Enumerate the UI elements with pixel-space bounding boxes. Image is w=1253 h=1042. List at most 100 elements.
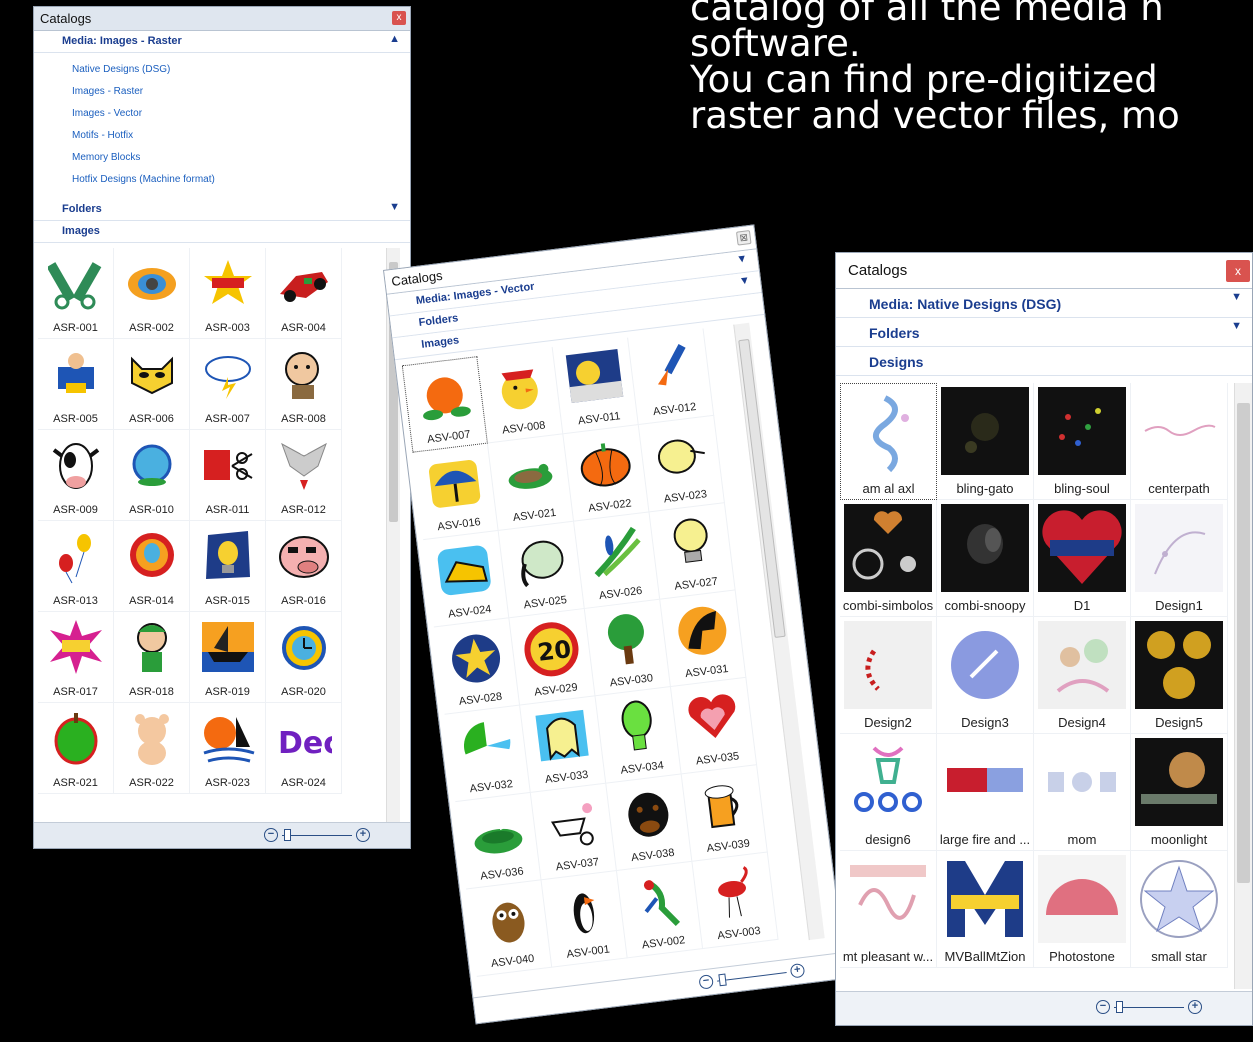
thumbnail-item[interactable]: ASV-038 (606, 774, 693, 871)
thumbnail-item[interactable]: design6 (840, 734, 937, 851)
thumbnail-item[interactable]: large fire and ... (937, 734, 1034, 851)
zoom-slider-handle[interactable] (1116, 1000, 1123, 1013)
thumbnail-item[interactable]: ASR-015 (190, 521, 266, 612)
folders-section-header[interactable]: Folders ▼ (836, 318, 1252, 347)
media-section-header[interactable]: Media: Native Designs (DSG) ▼ (836, 289, 1252, 318)
thumbnail-item[interactable]: ASR-021 (38, 703, 114, 794)
thumbnail-item[interactable]: am al axl (840, 383, 937, 500)
zoom-out-button[interactable]: − (698, 974, 714, 990)
thumbnail-item[interactable]: ASR-003 (190, 248, 266, 339)
thumbnail-item[interactable]: ASR-023 (190, 703, 266, 794)
thumbnail-item[interactable]: Dec ASR-024 (266, 703, 342, 794)
scrollbar-thumb[interactable] (1237, 403, 1250, 883)
thumbnail-item[interactable]: ASV-001 (541, 870, 628, 968)
thumbnail-item[interactable]: ASR-017 (38, 612, 114, 703)
thumbnail-item[interactable]: ASV-034 (595, 687, 682, 784)
thumbnail-item[interactable]: ASV-021 (487, 434, 575, 531)
thumbnail-item[interactable]: ASV-037 (530, 783, 617, 881)
thumbnail-item[interactable]: ASV-031 (660, 590, 747, 688)
thumbnail-item[interactable]: moonlight (1131, 734, 1228, 851)
thumbnail-item[interactable]: Photostone (1034, 851, 1131, 968)
thumbnail-item[interactable]: ASR-016 (266, 521, 342, 612)
zoom-slider-handle[interactable] (718, 973, 727, 986)
images-section-header[interactable]: Images (34, 221, 410, 243)
thumbnail-item[interactable]: ASR-004 (266, 248, 342, 339)
thumbnail-item[interactable]: ASV-035 (670, 677, 758, 775)
thumbnail-item[interactable]: D1 (1034, 500, 1131, 617)
thumbnail-item[interactable]: 20 ASV-029 (509, 608, 596, 706)
zoom-out-button[interactable]: − (1096, 1000, 1110, 1014)
chevron-down-icon[interactable]: ▼ (1231, 291, 1242, 303)
thumbnail-item[interactable]: bling-soul (1034, 383, 1131, 500)
zoom-in-button[interactable]: + (1188, 1000, 1202, 1014)
thumbnail-item[interactable]: ASV-025 (498, 521, 585, 619)
thumbnail-item[interactable]: ASV-033 (520, 696, 607, 793)
chevron-up-icon[interactable]: ▲ (389, 33, 400, 45)
media-item[interactable]: Images - Vector (72, 105, 410, 127)
thumbnail-item[interactable]: combi-simbolos (840, 500, 937, 617)
thumbnail-item[interactable]: combi-snoopy (937, 500, 1034, 617)
thumbnail-item[interactable]: bling-gato (937, 383, 1034, 500)
media-item[interactable]: Hotfix Designs (Machine format) (72, 171, 410, 193)
chevron-down-icon[interactable]: ▼ (1231, 320, 1242, 332)
thumbnail-item[interactable]: ASV-003 (692, 852, 779, 950)
thumbnail-item[interactable]: ASR-012 (266, 430, 342, 521)
thumbnail-item[interactable]: ASV-016 (412, 443, 499, 541)
thumbnail-item[interactable]: Design5 (1131, 617, 1228, 734)
vertical-scrollbar[interactable] (1234, 383, 1252, 989)
thumbnail-item[interactable]: ASV-022 (563, 424, 650, 522)
close-button[interactable]: x (392, 11, 406, 25)
thumbnail-item[interactable]: ASR-014 (114, 521, 190, 612)
folders-section-header[interactable]: Folders ▼ (34, 199, 410, 221)
designs-section-header[interactable]: Designs (836, 347, 1252, 376)
thumbnail-item[interactable]: ASR-002 (114, 248, 190, 339)
media-section-header[interactable]: Media: Images - Raster ▲ (34, 31, 410, 53)
thumbnail-item[interactable]: mom (1034, 734, 1131, 851)
thumbnail-item[interactable]: ASR-005 (38, 339, 114, 430)
thumbnail-item[interactable]: ASV-007 (401, 356, 488, 453)
thumbnail-item[interactable]: ASR-022 (114, 703, 190, 794)
chevron-down-icon[interactable]: ▼ (738, 274, 750, 287)
thumbnail-item[interactable]: ASR-011 (190, 430, 266, 521)
thumbnail-item[interactable]: ASV-027 (649, 503, 736, 600)
media-item[interactable]: Motifs - Hotfix (72, 127, 410, 149)
thumbnail-item[interactable]: ASR-013 (38, 521, 114, 612)
thumbnail-item[interactable]: ASR-019 (190, 612, 266, 703)
thumbnail-item[interactable]: ASV-011 (552, 337, 639, 435)
thumbnail-item[interactable]: Design4 (1034, 617, 1131, 734)
thumbnail-item[interactable]: ASV-039 (681, 765, 768, 862)
media-item[interactable]: Memory Blocks (72, 149, 410, 171)
thumbnail-item[interactable]: ASV-024 (423, 530, 510, 628)
zoom-slider-handle[interactable] (284, 828, 291, 841)
thumbnail-item[interactable]: centerpath (1131, 383, 1228, 500)
thumbnail-item[interactable]: ASV-028 (433, 618, 521, 715)
zoom-in-button[interactable]: + (789, 962, 806, 979)
chevron-down-icon[interactable]: ▼ (389, 201, 400, 213)
media-item[interactable]: Images - Raster (72, 83, 410, 105)
thumbnail-item[interactable]: ASR-007 (190, 339, 266, 430)
thumbnail-item[interactable]: ASR-008 (266, 339, 342, 430)
thumbnail-item[interactable]: ASV-026 (574, 512, 661, 609)
media-item[interactable]: Native Designs (DSG) (72, 61, 410, 83)
thumbnail-item[interactable]: ASR-009 (38, 430, 114, 521)
close-button[interactable]: ⊠ (735, 229, 752, 246)
thumbnail-item[interactable]: ASR-001 (38, 248, 114, 339)
thumbnail-item[interactable]: ASR-010 (114, 430, 190, 521)
thumbnail-item[interactable]: MVBallMtZion (937, 851, 1034, 968)
close-button[interactable]: x (1226, 260, 1250, 282)
thumbnail-item[interactable]: ASV-036 (455, 792, 542, 890)
thumbnail-item[interactable]: Design2 (840, 617, 937, 734)
scrollbar-thumb[interactable] (738, 338, 786, 638)
thumbnail-item[interactable]: ASR-018 (114, 612, 190, 703)
thumbnail-item[interactable]: ASV-012 (628, 328, 715, 425)
thumbnail-item[interactable]: ASV-023 (638, 415, 725, 513)
zoom-slider[interactable] (1114, 1000, 1184, 1013)
thumbnail-item[interactable]: ASV-032 (444, 705, 531, 803)
thumbnail-item[interactable]: small star (1131, 851, 1228, 968)
thumbnail-item[interactable]: ASR-006 (114, 339, 190, 430)
chevron-down-icon[interactable]: ▼ (736, 253, 748, 266)
zoom-slider[interactable] (282, 828, 352, 841)
thumbnail-item[interactable]: ASR-020 (266, 612, 342, 703)
thumbnail-item[interactable]: ASV-002 (616, 861, 704, 959)
thumbnail-item[interactable]: Design3 (937, 617, 1034, 734)
